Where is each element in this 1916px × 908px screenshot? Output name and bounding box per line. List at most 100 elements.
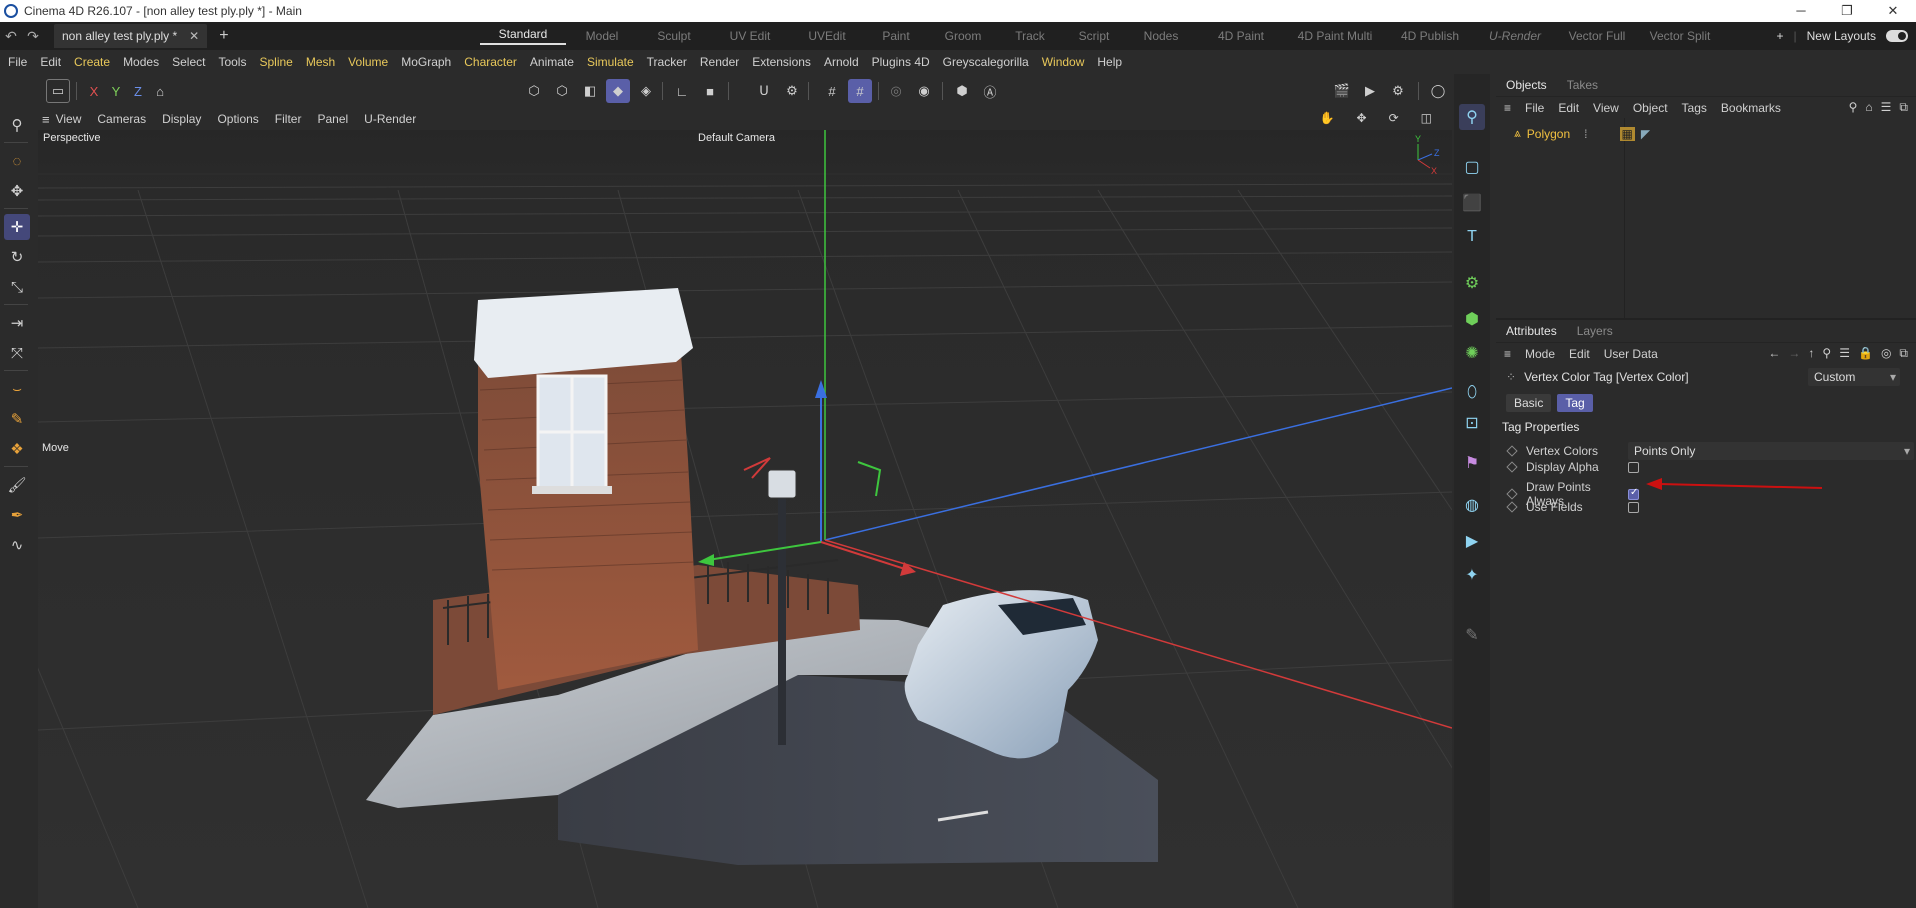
- layout-tab-groom[interactable]: Groom: [928, 29, 998, 43]
- brush-icon[interactable]: 🖌: [4, 472, 30, 498]
- layout-tab-track[interactable]: Track: [998, 29, 1062, 43]
- menu-animate[interactable]: Animate: [530, 55, 574, 69]
- redo-icon[interactable]: ↷: [22, 28, 44, 45]
- objects-menu-edit[interactable]: Edit: [1558, 101, 1579, 115]
- back-arrow-icon[interactable]: ←: [1768, 346, 1780, 361]
- vertex-colors-dropdown[interactable]: Points Only: [1628, 442, 1914, 460]
- menu-greyscalegorilla[interactable]: Greyscalegorilla: [943, 55, 1029, 69]
- add-tab-icon[interactable]: +: [219, 27, 228, 45]
- filter-icon[interactable]: ☰: [1881, 100, 1892, 115]
- new-layouts-toggle[interactable]: [1886, 30, 1908, 42]
- text-icon[interactable]: T: [1459, 224, 1485, 250]
- vertex-color-tag-icon[interactable]: ▦: [1619, 126, 1635, 141]
- effector-icon[interactable]: ✺: [1459, 340, 1485, 366]
- object-row-polygon[interactable]: ⩓ Polygon ⁞ ▦ ◤: [1514, 126, 1650, 141]
- menu-render[interactable]: Render: [700, 55, 739, 69]
- layout-tab-sculpt[interactable]: Sculpt: [638, 29, 710, 43]
- sketch-tool-icon[interactable]: ✎: [4, 406, 30, 432]
- viewport-menu-cameras[interactable]: Cameras: [97, 112, 146, 126]
- preset-dropdown[interactable]: Custom: [1808, 368, 1900, 386]
- maximize-button[interactable]: ❐: [1824, 0, 1870, 22]
- objects-menu-view[interactable]: View: [1593, 101, 1619, 115]
- coordinate-manager-icon[interactable]: ▭: [46, 79, 70, 103]
- menu-simulate[interactable]: Simulate: [587, 55, 634, 69]
- axis-y-button[interactable]: Y: [104, 79, 128, 103]
- menu-arnold[interactable]: Arnold: [824, 55, 859, 69]
- move-tool-icon[interactable]: ✛: [4, 214, 30, 240]
- viewport-menu-urender[interactable]: U-Render: [364, 112, 416, 126]
- transfer-tool-icon[interactable]: ⇥: [4, 310, 30, 336]
- arnold-icon[interactable]: Ⓐ: [978, 79, 1002, 103]
- pan-icon[interactable]: ✋: [1320, 111, 1335, 125]
- viewport-menu-panel[interactable]: Panel: [317, 112, 348, 126]
- attributes-menu-userdata[interactable]: User Data: [1604, 347, 1658, 361]
- layout-tab-4d-paint[interactable]: 4D Paint: [1196, 29, 1286, 43]
- viewport-menu-options[interactable]: Options: [217, 112, 258, 126]
- viewport-menu-icon[interactable]: ≡: [42, 112, 50, 127]
- polygons-mode-icon[interactable]: ◧: [578, 79, 602, 103]
- display-alpha-checkbox[interactable]: [1628, 461, 1639, 473]
- objects-menu-icon[interactable]: ≡: [1504, 101, 1511, 115]
- environment-icon[interactable]: ◍: [1459, 492, 1485, 518]
- menu-window[interactable]: Window: [1042, 55, 1085, 69]
- placement-tool-icon[interactable]: ⤧: [4, 340, 30, 366]
- keyframe-diamond-icon[interactable]: [1506, 445, 1518, 457]
- minimize-button[interactable]: ─: [1778, 0, 1824, 22]
- objects-menu-file[interactable]: File: [1525, 101, 1544, 115]
- viewport-menu-filter[interactable]: Filter: [275, 112, 302, 126]
- search-icon[interactable]: ⚲: [1849, 100, 1858, 115]
- layout-tab-4d-publish[interactable]: 4D Publish: [1384, 29, 1476, 43]
- tweak-icon[interactable]: ✥: [4, 178, 30, 204]
- new-window-icon[interactable]: ⧉: [1899, 346, 1908, 361]
- home-icon[interactable]: ⌂: [1865, 100, 1872, 115]
- spline-pen-icon[interactable]: ⌣: [4, 376, 30, 402]
- up-arrow-icon[interactable]: ↑: [1808, 346, 1814, 361]
- menu-edit[interactable]: Edit: [40, 55, 61, 69]
- close-window-button[interactable]: ✕: [1870, 0, 1916, 22]
- menu-mesh[interactable]: Mesh: [306, 55, 335, 69]
- object-name[interactable]: Polygon: [1527, 127, 1570, 141]
- use-fields-checkbox[interactable]: [1628, 501, 1639, 513]
- axis-x-button[interactable]: X: [82, 79, 106, 103]
- menu-tools[interactable]: Tools: [218, 55, 246, 69]
- search-icon[interactable]: ⚲: [1822, 346, 1831, 361]
- paint-tool-icon[interactable]: ✒: [4, 502, 30, 528]
- document-tab[interactable]: non alley test ply.ply * ✕: [54, 24, 208, 48]
- search-icon[interactable]: ⚲: [4, 112, 30, 138]
- texture-mode-icon[interactable]: ◈: [634, 79, 658, 103]
- lock-icon[interactable]: 🔒: [1858, 346, 1873, 361]
- generator-icon[interactable]: ⚙: [1459, 270, 1485, 296]
- objects-menu-object[interactable]: Object: [1633, 101, 1668, 115]
- layout-tab-paint[interactable]: Paint: [864, 29, 928, 43]
- new-window-icon[interactable]: ⧉: [1899, 100, 1908, 115]
- cloner-icon[interactable]: ⬢: [1459, 306, 1485, 332]
- camera-name-label[interactable]: Default Camera: [698, 132, 775, 144]
- viewport-solo-icon[interactable]: ⬢: [950, 79, 974, 103]
- menu-plugins-4d[interactable]: Plugins 4D: [872, 55, 930, 69]
- grid-icon[interactable]: #: [820, 79, 844, 103]
- layout-tab-4d-paint-multi[interactable]: 4D Paint Multi: [1286, 29, 1384, 43]
- maximize-view-icon[interactable]: ◫: [1421, 111, 1432, 125]
- render-view-icon[interactable]: 🎬: [1330, 79, 1354, 103]
- forward-arrow-icon[interactable]: →: [1788, 346, 1800, 361]
- edges-mode-icon[interactable]: ⬡: [550, 79, 574, 103]
- filter-icon[interactable]: ☰: [1839, 346, 1850, 361]
- attributes-menu-edit[interactable]: Edit: [1569, 347, 1590, 361]
- objects-menu-bookmarks[interactable]: Bookmarks: [1721, 101, 1781, 115]
- layout-tab-standard[interactable]: Standard: [480, 27, 566, 45]
- tab-takes[interactable]: Takes: [1567, 78, 1598, 92]
- rotate-tool-icon[interactable]: ↻: [4, 244, 30, 270]
- menu-mograph[interactable]: MoGraph: [401, 55, 451, 69]
- keyframe-diamond-icon[interactable]: [1506, 501, 1518, 513]
- field-icon[interactable]: ⊡: [1459, 410, 1485, 436]
- layout-tab-vector-split[interactable]: Vector Split: [1640, 29, 1720, 43]
- workplane-icon[interactable]: #: [848, 79, 872, 103]
- symmetry-icon[interactable]: ◉: [912, 79, 936, 103]
- render-settings-icon[interactable]: ⚙: [1386, 79, 1410, 103]
- camera-icon[interactable]: ▶: [1459, 528, 1485, 554]
- menu-tracker[interactable]: Tracker: [647, 55, 687, 69]
- axis-z-button[interactable]: Z: [126, 79, 150, 103]
- viewport-menu-view[interactable]: View: [56, 112, 82, 126]
- smooth-tool-icon[interactable]: ∿: [4, 532, 30, 558]
- live-selection-icon[interactable]: ◌: [4, 148, 30, 174]
